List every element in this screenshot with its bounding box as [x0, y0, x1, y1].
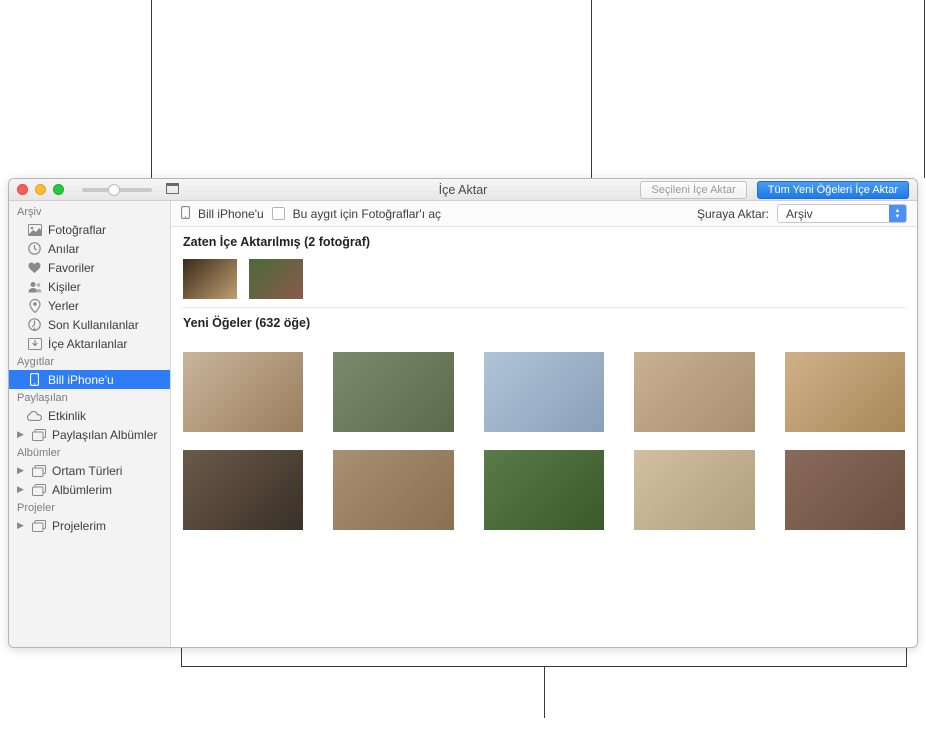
- sidebar-item-label: Kişiler: [48, 280, 81, 294]
- open-photos-checkbox[interactable]: [272, 207, 285, 220]
- sidebar-item-label: Fotoğraflar: [48, 223, 106, 237]
- sidebar-item-recents[interactable]: Son Kullanılanlar: [9, 315, 170, 334]
- already-imported-header: Zaten İçe Aktarılmış (2 fotoğraf): [183, 235, 905, 249]
- already-imported-section: Zaten İçe Aktarılmış (2 fotoğraf): [171, 227, 917, 303]
- app-window: İçe Aktar Seçileni İçe Aktar Tüm Yeni Öğ…: [8, 178, 918, 648]
- photos-icon: [27, 223, 42, 237]
- photo-thumbnail[interactable]: [183, 259, 237, 299]
- close-window[interactable]: [17, 184, 28, 195]
- sidebar-header-library: Arşiv: [9, 203, 170, 220]
- sidebar-item-places[interactable]: Yerler: [9, 296, 170, 315]
- cloud-icon: [27, 409, 42, 423]
- callout-line: [591, 0, 592, 178]
- sidebar-item-memories[interactable]: Anılar: [9, 239, 170, 258]
- disclosure-icon[interactable]: ▶: [17, 520, 25, 531]
- content-pane: Bill iPhone'u Bu aygıt için Fotoğraflar'…: [171, 201, 917, 647]
- sidebar: Arşiv Fotoğraflar Anılar Favoriler: [9, 201, 171, 647]
- sidebar-item-label: Etkinlik: [48, 409, 86, 423]
- new-items-section: Yeni Öğeler (632 öğe): [171, 308, 917, 340]
- open-photos-label: Bu aygıt için Fotoğraflar'ı aç: [293, 207, 441, 221]
- photo-thumbnail[interactable]: [249, 259, 303, 299]
- sidebar-item-label: Albümlerim: [52, 483, 112, 497]
- sidebar-item-my-projects[interactable]: ▶ Projelerim: [9, 516, 170, 535]
- import-to-label: Şuraya Aktar:: [697, 207, 769, 221]
- zoom-slider-thumb[interactable]: [108, 184, 120, 196]
- fullscreen-icon[interactable]: [166, 183, 179, 197]
- import-to-select[interactable]: Arşiv ▲▼: [777, 204, 907, 223]
- import-all-new-button[interactable]: Tüm Yeni Öğeleri İçe Aktar: [757, 181, 909, 199]
- phone-icon: [181, 206, 190, 222]
- import-icon: [27, 337, 42, 351]
- people-icon: [27, 280, 42, 294]
- photo-thumbnail[interactable]: [785, 352, 905, 432]
- sidebar-header-devices: Aygıtlar: [9, 353, 170, 370]
- photo-thumbnail[interactable]: [183, 352, 303, 432]
- clock-icon: [27, 242, 42, 256]
- photo-thumbnail[interactable]: [183, 450, 303, 530]
- disclosure-icon[interactable]: ▶: [17, 465, 25, 476]
- callout-line: [151, 0, 152, 178]
- callout-line: [544, 666, 545, 718]
- heart-icon: [27, 261, 42, 275]
- new-items-header: Yeni Öğeler (632 öğe): [183, 316, 905, 330]
- sidebar-item-label: Projelerim: [52, 519, 106, 533]
- photo-thumbnail[interactable]: [634, 450, 754, 530]
- sidebar-item-label: Ortam Türleri: [52, 464, 122, 478]
- photo-thumbnail[interactable]: [634, 352, 754, 432]
- stack-icon: [31, 519, 46, 533]
- sidebar-item-media-types[interactable]: ▶ Ortam Türleri: [9, 461, 170, 480]
- sidebar-item-device[interactable]: Bill iPhone'u: [9, 370, 170, 389]
- window-body: Arşiv Fotoğraflar Anılar Favoriler: [9, 201, 917, 647]
- sidebar-item-activity[interactable]: Etkinlik: [9, 406, 170, 425]
- stack-icon: [31, 483, 46, 497]
- sidebar-item-favorites[interactable]: Favoriler: [9, 258, 170, 277]
- sidebar-header-shared: Paylaşılan: [9, 389, 170, 406]
- photo-thumbnail[interactable]: [785, 450, 905, 530]
- sidebar-item-label: Yerler: [48, 299, 79, 313]
- select-arrows-icon: ▲▼: [889, 205, 906, 222]
- sidebar-header-albums: Albümler: [9, 444, 170, 461]
- sidebar-item-label: Paylaşılan Albümler: [52, 428, 157, 442]
- callout-line: [906, 648, 907, 666]
- sidebar-item-label: İçe Aktarılanlar: [48, 337, 127, 351]
- new-items-row: [171, 340, 917, 450]
- sidebar-item-photos[interactable]: Fotoğraflar: [9, 220, 170, 239]
- import-toolbar: Bill iPhone'u Bu aygıt için Fotoğraflar'…: [171, 201, 917, 227]
- sidebar-item-people[interactable]: Kişiler: [9, 277, 170, 296]
- pin-icon: [27, 299, 42, 313]
- stack-icon: [31, 428, 46, 442]
- disclosure-icon[interactable]: ▶: [17, 429, 25, 440]
- titlebar: İçe Aktar Seçileni İçe Aktar Tüm Yeni Öğ…: [9, 179, 917, 201]
- photo-thumbnail[interactable]: [333, 352, 453, 432]
- sidebar-item-shared-albums[interactable]: ▶ Paylaşılan Albümler: [9, 425, 170, 444]
- import-selected-button[interactable]: Seçileni İçe Aktar: [640, 181, 746, 199]
- sidebar-item-imports[interactable]: İçe Aktarılanlar: [9, 334, 170, 353]
- import-to-value: Arşiv: [778, 207, 889, 221]
- sidebar-item-label: Son Kullanılanlar: [48, 318, 139, 332]
- disclosure-icon[interactable]: ▶: [17, 484, 25, 495]
- window-controls: [17, 184, 64, 195]
- stack-icon: [31, 464, 46, 478]
- new-items-row: [171, 450, 917, 548]
- device-name-label: Bill iPhone'u: [198, 207, 264, 221]
- recents-icon: [27, 318, 42, 332]
- zoom-slider[interactable]: [82, 188, 152, 192]
- sidebar-item-label: Bill iPhone'u: [48, 373, 114, 387]
- window-title: İçe Aktar: [439, 183, 488, 197]
- photo-thumbnail[interactable]: [333, 450, 453, 530]
- sidebar-item-label: Favoriler: [48, 261, 95, 275]
- photo-thumbnail[interactable]: [484, 352, 604, 432]
- sidebar-header-projects: Projeler: [9, 499, 170, 516]
- callout-line: [181, 648, 182, 666]
- sidebar-item-my-albums[interactable]: ▶ Albümlerim: [9, 480, 170, 499]
- zoom-window[interactable]: [53, 184, 64, 195]
- minimize-window[interactable]: [35, 184, 46, 195]
- photo-thumbnail[interactable]: [484, 450, 604, 530]
- phone-icon: [27, 373, 42, 387]
- callout-line: [924, 0, 925, 178]
- sidebar-item-label: Anılar: [48, 242, 79, 256]
